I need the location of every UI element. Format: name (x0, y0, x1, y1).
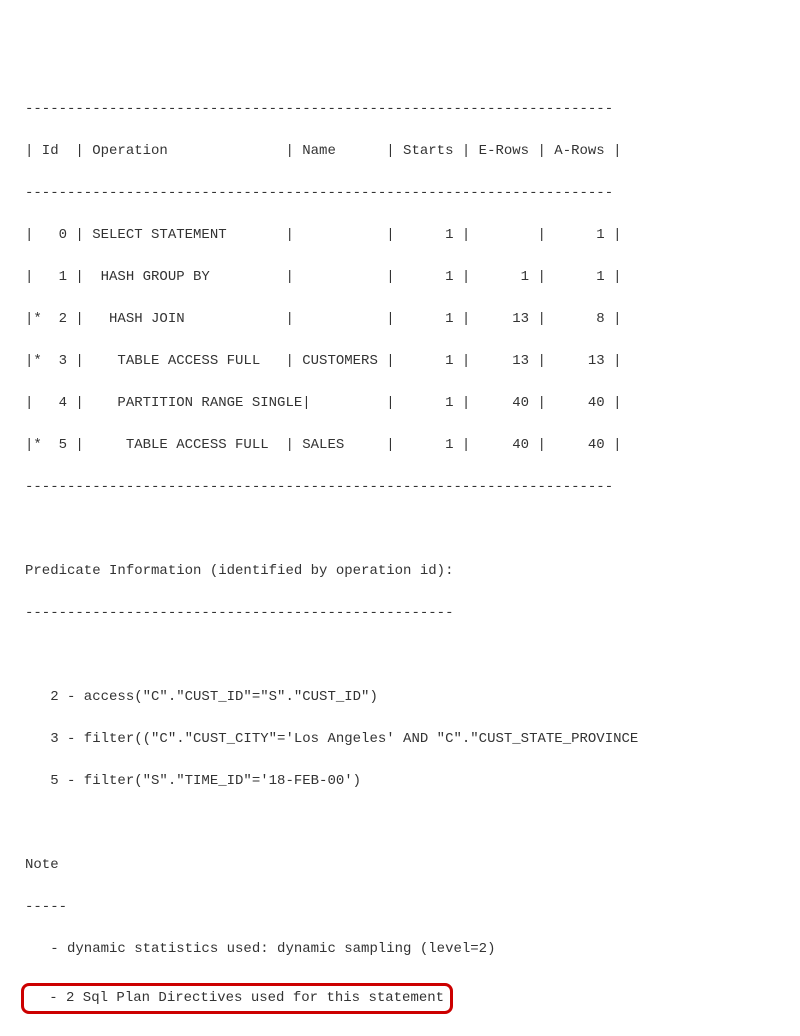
predicate-sep: ----------------------------------------… (25, 603, 775, 624)
predicate-line: 5 - filter("S"."TIME_ID"='18-FEB-00') (25, 771, 775, 792)
plan-row: | 0 | SELECT STATEMENT | | 1 | | 1 | (25, 225, 775, 246)
predicate-line: 3 - filter(("C"."CUST_CITY"='Los Angeles… (25, 729, 775, 750)
note-sep: ----- (25, 897, 775, 918)
note-line: - dynamic statistics used: dynamic sampl… (25, 939, 775, 960)
plan-row: |* 2 | HASH JOIN | | 1 | 13 | 8 | (25, 309, 775, 330)
plan-footer-sep: ----------------------------------------… (25, 477, 775, 498)
plan-header-sep: ----------------------------------------… (25, 99, 775, 120)
plan-row: |* 5 | TABLE ACCESS FULL | SALES | 1 | 4… (25, 435, 775, 456)
note-title: Note (25, 855, 775, 876)
plan-header: | Id | Operation | Name | Starts | E-Row… (25, 141, 775, 162)
plan-row: | 1 | HASH GROUP BY | | 1 | 1 | 1 | (25, 267, 775, 288)
predicate-title: Predicate Information (identified by ope… (25, 561, 775, 582)
plan-row: | 4 | PARTITION RANGE SINGLE| | 1 | 40 |… (25, 393, 775, 414)
note-highlight: - 2 Sql Plan Directives used for this st… (21, 983, 453, 1014)
predicate-line: 2 - access("C"."CUST_ID"="S"."CUST_ID") (25, 687, 775, 708)
plan-header-sep-2: ----------------------------------------… (25, 183, 775, 204)
plan-row: |* 3 | TABLE ACCESS FULL | CUSTOMERS | 1… (25, 351, 775, 372)
